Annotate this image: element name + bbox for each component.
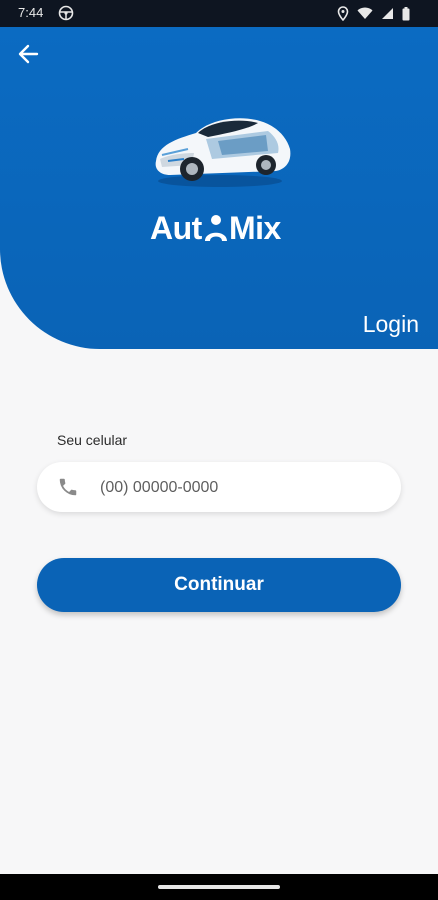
logo-text-left: Aut (150, 210, 203, 246)
signal-icon (381, 7, 394, 20)
steering-wheel-icon (58, 5, 74, 25)
page-title: Login (362, 311, 419, 337)
home-handle[interactable] (158, 885, 280, 889)
system-nav-bar (0, 874, 438, 900)
logo-person-icon (205, 215, 227, 241)
login-header: Aut Mix Login (0, 27, 438, 349)
wifi-icon (357, 7, 373, 20)
location-icon (337, 6, 349, 21)
continue-button[interactable]: Continuar (37, 558, 401, 612)
status-bar: 7:44 (0, 0, 438, 27)
arrow-left-icon (17, 43, 39, 69)
phone-icon (57, 476, 79, 502)
car-illustration (148, 109, 293, 193)
automix-logo: Aut Mix (150, 208, 290, 248)
phone-label: Seu celular (57, 432, 128, 448)
back-button[interactable] (14, 42, 42, 70)
phone-field[interactable] (37, 462, 401, 512)
status-time: 7:44 (18, 5, 44, 20)
phone-input[interactable] (98, 474, 382, 502)
logo-text-right: Mix (229, 210, 282, 246)
battery-icon (402, 6, 410, 21)
